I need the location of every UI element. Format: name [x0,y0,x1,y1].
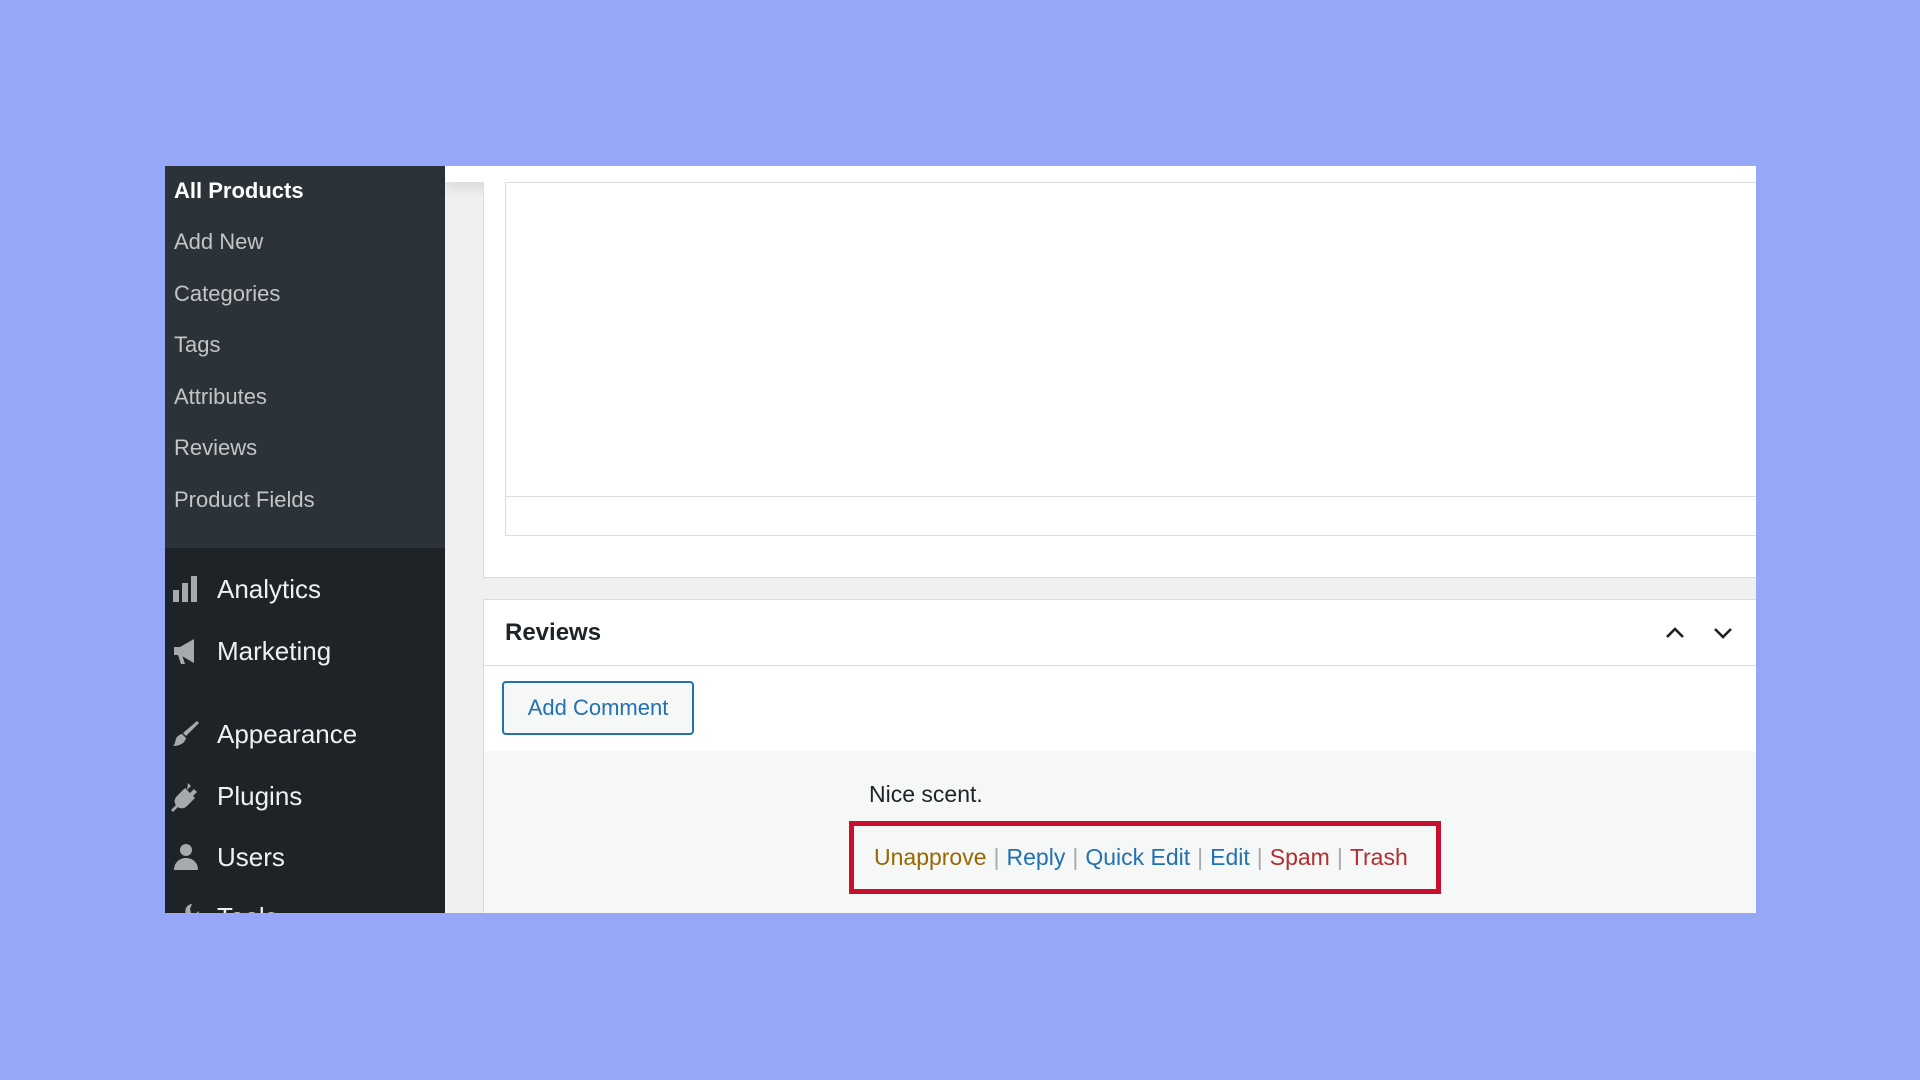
bar-chart-icon [169,572,203,606]
reply-link[interactable]: Reply [1007,844,1066,871]
comment-text: Nice scent. [869,781,983,807]
menu-marketing[interactable]: Marketing [165,624,445,678]
add-comment-button[interactable]: Add Comment [502,681,694,735]
megaphone-icon [169,634,203,668]
main-content: Reviews Add Comment Nice scent. Unapprov… [445,166,1756,913]
chevron-down-icon [1714,628,1732,639]
quick-edit-link[interactable]: Quick Edit [1085,844,1190,871]
admin-sidebar: All Products Add New Categories Tags Att… [165,166,445,913]
move-down-button[interactable] [1707,617,1739,649]
action-separator: | [1197,844,1204,870]
reviews-panel-header: Reviews [484,600,1756,666]
action-separator: | [1256,844,1263,870]
submenu-attributes[interactable]: Attributes [165,371,445,423]
menu-label: Tools [217,902,278,914]
menu-users[interactable]: Users [165,830,445,884]
user-icon [169,840,203,874]
comment-row-actions: Unapprove | Reply | Quick Edit | Edit | … [849,821,1441,894]
submenu-all-products[interactable]: All Products [165,174,445,216]
menu-appearance[interactable]: Appearance [165,707,445,761]
menu-label: Analytics [217,573,322,604]
menu-analytics[interactable]: Analytics [165,562,445,616]
unapprove-link[interactable]: Unapprove [874,844,987,871]
action-separator: | [993,844,1000,870]
top-bar [445,166,1756,182]
menu-label: Marketing [217,635,332,666]
edit-link[interactable]: Edit [1210,844,1250,871]
plug-icon [169,779,203,813]
editor-status-bar [505,496,1756,536]
editor-textarea[interactable] [505,182,1756,536]
submenu-tags[interactable]: Tags [165,319,445,371]
add-comment-area: Add Comment [484,666,1756,751]
wrench-icon [169,900,203,913]
chevron-up-icon [1666,627,1684,638]
action-separator: | [1336,844,1343,870]
comment-row: Nice scent. Unapprove | Reply | Quick Ed… [484,751,1756,913]
menu-label: Users [217,841,285,872]
spam-link[interactable]: Spam [1270,844,1330,871]
submenu-categories[interactable]: Categories [165,268,445,320]
action-separator: | [1072,844,1079,870]
paintbrush-icon [169,717,203,751]
products-submenu: All Products Add New Categories Tags Att… [165,166,445,548]
menu-tools[interactable]: Tools [165,890,445,913]
menu-label: Appearance [217,718,358,749]
submenu-reviews[interactable]: Reviews [165,422,445,474]
reviews-title: Reviews [505,618,602,646]
submenu-product-fields[interactable]: Product Fields [165,474,445,526]
menu-plugins[interactable]: Plugins [165,769,445,823]
menu-label: Plugins [217,780,303,811]
product-editor-panel [483,182,1756,578]
move-up-button[interactable] [1659,617,1691,649]
submenu-add-new[interactable]: Add New [165,216,445,268]
reviews-panel: Reviews Add Comment Nice scent. Unapprov… [483,599,1756,913]
trash-link[interactable]: Trash [1350,844,1408,871]
screenshot-frame: All Products Add New Categories Tags Att… [165,166,1756,913]
